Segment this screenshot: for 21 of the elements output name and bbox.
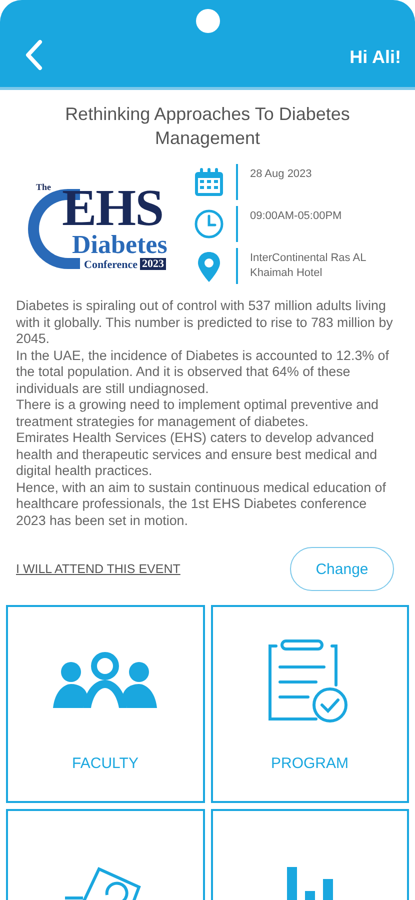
attendance-status: I WILL ATTEND THIS EVENT <box>16 562 180 576</box>
calendar-icon <box>194 167 224 197</box>
description-paragraph: In the UAE, the incidence of Diabetes is accounted to 12.3% of the total population. And it is observed that 64% of these individuals are still undiagnosed. <box>16 348 390 397</box>
back-icon <box>24 39 44 71</box>
description-paragraph: Emirates Health Services (EHS) caters to develop advanced health and therapeutic services and ensure best medical and digital health practices. <box>16 430 378 480</box>
description-paragraph: Diabetes is spiraling out of control with 537 million adults living with it globally. This number is predicted to rise to 783 million by 2045. <box>16 298 394 348</box>
description-paragraph: There is a growing need to implement optimal preventive and treatment strategies for management of diabetes. <box>16 397 380 430</box>
description-paragraph: Hence, with an aim to sustain continuous medical education of healthcare professionals, the 1st EHS Diabetes conference 2023 has been set in motion. <box>16 480 387 529</box>
menu-tile[interactable]: PROGRAM <box>210 605 409 803</box>
event-title: Rethinking Approaches To Diabetes Management <box>64 103 351 150</box>
detail-text: 09:00AM-05:00PM <box>250 209 342 224</box>
clock-icon <box>194 209 224 239</box>
detail-text: 28 Aug 2023 <box>250 167 312 182</box>
greeting-text: Hi Ali! <box>350 47 401 69</box>
menu-tile[interactable]: FACULTY <box>6 605 204 803</box>
change-button[interactable]: Change <box>290 547 394 591</box>
location-pin-icon <box>197 251 221 283</box>
conference-logo: The EHS Diabetes Conference 2023 <box>16 169 186 279</box>
back-button[interactable] <box>24 39 44 71</box>
camera-dot <box>196 9 220 33</box>
detail-text: InterContinental Ras AL Khaimah Hotel <box>250 251 367 281</box>
